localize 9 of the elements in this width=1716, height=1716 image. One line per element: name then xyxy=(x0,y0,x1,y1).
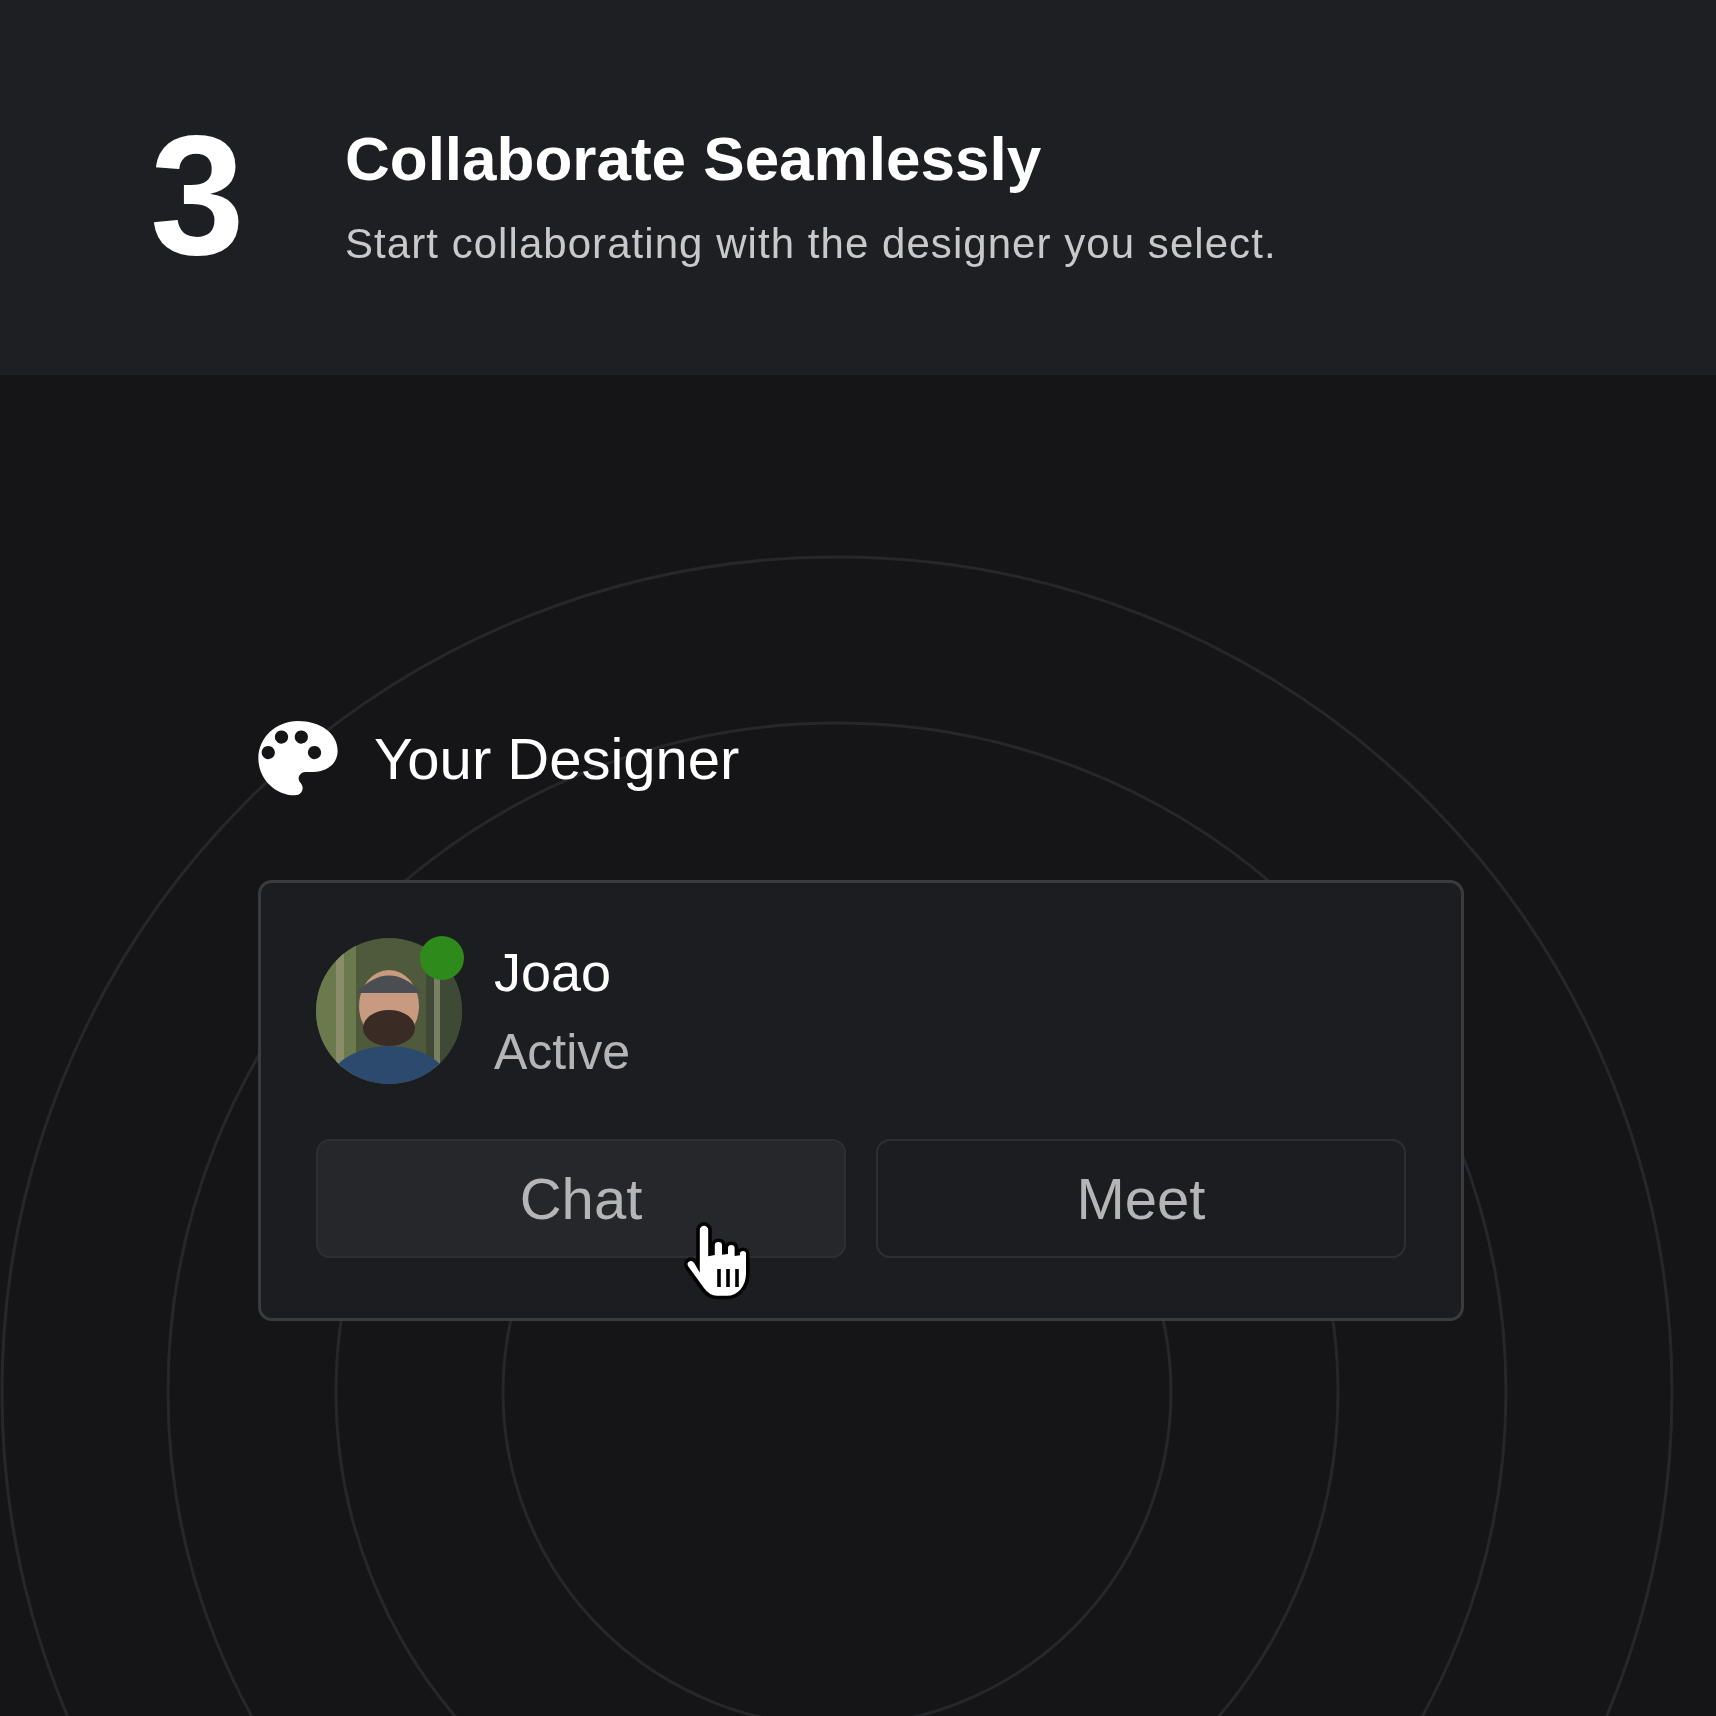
action-button[interactable]: Meet xyxy=(876,1139,1406,1258)
section-title: Your Designer xyxy=(374,725,740,793)
palette-icon xyxy=(258,720,338,797)
step-subtitle: Start collaborating with the designer you select. xyxy=(345,218,1277,269)
step-number: 3 xyxy=(150,110,246,280)
step-title: Collaborate Seamlessly xyxy=(345,123,1043,195)
designer-status: Active xyxy=(494,1022,631,1082)
action-button[interactable]: Chat xyxy=(316,1139,846,1258)
designer-name: Joao xyxy=(494,941,613,1004)
